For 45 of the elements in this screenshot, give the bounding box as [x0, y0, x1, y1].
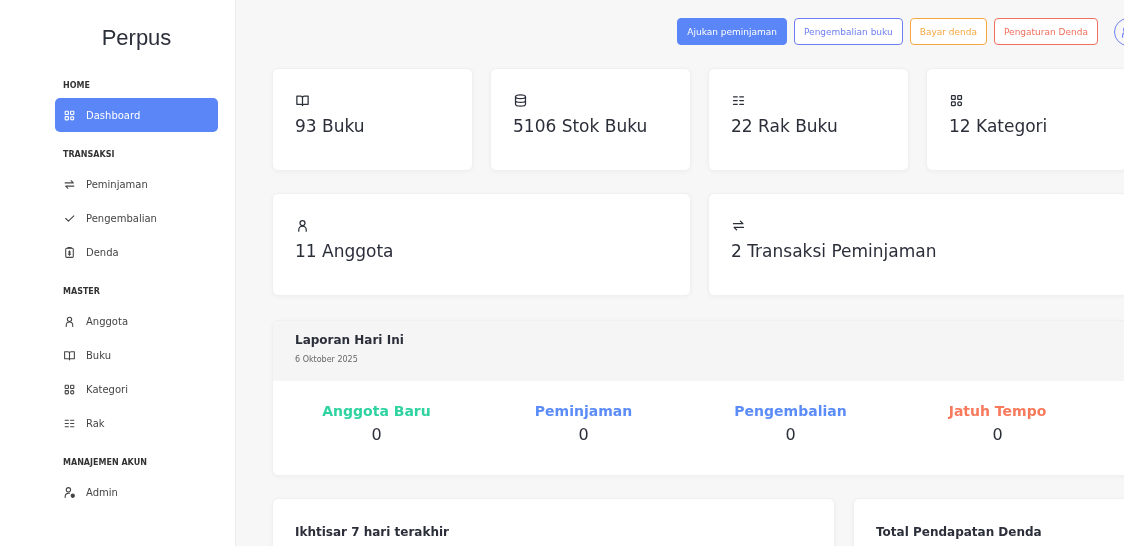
stat-label: 12 Kategori — [949, 116, 1049, 136]
metric-value: 0 — [371, 425, 382, 444]
stat-icon — [731, 218, 746, 233]
panel-title: Total Pendapatan Denda — [876, 525, 1042, 539]
report-title: Laporan Hari Ini — [295, 333, 405, 347]
sidebar-item[interactable]: Denda — [55, 235, 218, 269]
brand-title: Perpus — [100, 25, 173, 51]
stat-label: 5106 Stok Buku — [513, 116, 649, 136]
stat-label: 93 Buku — [295, 116, 366, 136]
metric-value: 0 — [578, 425, 589, 444]
report-date: 6 Oktober 2025 — [295, 355, 359, 364]
stat-label: 2 Transaksi Peminjaman — [731, 241, 938, 261]
menu-item-icon — [63, 485, 76, 499]
metric-label: Peminjaman — [534, 403, 633, 419]
sidebar-item[interactable]: Anggota — [55, 304, 218, 338]
stat-label: 11 Anggota — [295, 241, 395, 261]
sidebar-item[interactable]: Kategori — [55, 372, 218, 406]
metric-label: Anggota Baru — [322, 403, 431, 419]
panel-title: Ikhtisar 7 hari terakhir — [295, 525, 449, 539]
metric-label: Jatuh Tempo — [948, 403, 1047, 419]
menu-item-icon — [63, 348, 76, 362]
section-heading: TRANSAKSI — [63, 150, 116, 159]
metric-value: 0 — [992, 425, 1003, 444]
metric-value: 0 — [785, 425, 796, 444]
menu-item-icon — [63, 314, 76, 328]
section-heading: MANAJEMEN AKUN — [63, 458, 148, 467]
action-button[interactable]: Pengembalian buku — [794, 18, 903, 45]
stat-icon — [949, 93, 964, 108]
menu-item-icon — [63, 245, 76, 259]
menu-item-icon — [63, 382, 76, 396]
stat-icon — [731, 93, 746, 108]
sidebar-item[interactable]: Rak — [55, 406, 218, 440]
metric-label: Pengembalian — [734, 403, 847, 419]
section-heading: HOME — [63, 81, 91, 90]
stat-label: 22 Rak Buku — [731, 116, 839, 136]
menu-item-icon — [63, 108, 76, 122]
sidebar-item[interactable]: Pengembalian — [55, 201, 218, 235]
menu-item-icon — [63, 177, 76, 191]
sidebar-item[interactable]: Admin — [55, 475, 218, 509]
section-heading: MASTER — [63, 287, 101, 296]
stat-icon — [295, 93, 310, 108]
stat-icon — [295, 218, 310, 233]
stat-icon — [513, 93, 528, 108]
sidebar-item[interactable]: Buku — [55, 338, 218, 372]
sidebar-item[interactable]: Peminjaman — [55, 167, 218, 201]
